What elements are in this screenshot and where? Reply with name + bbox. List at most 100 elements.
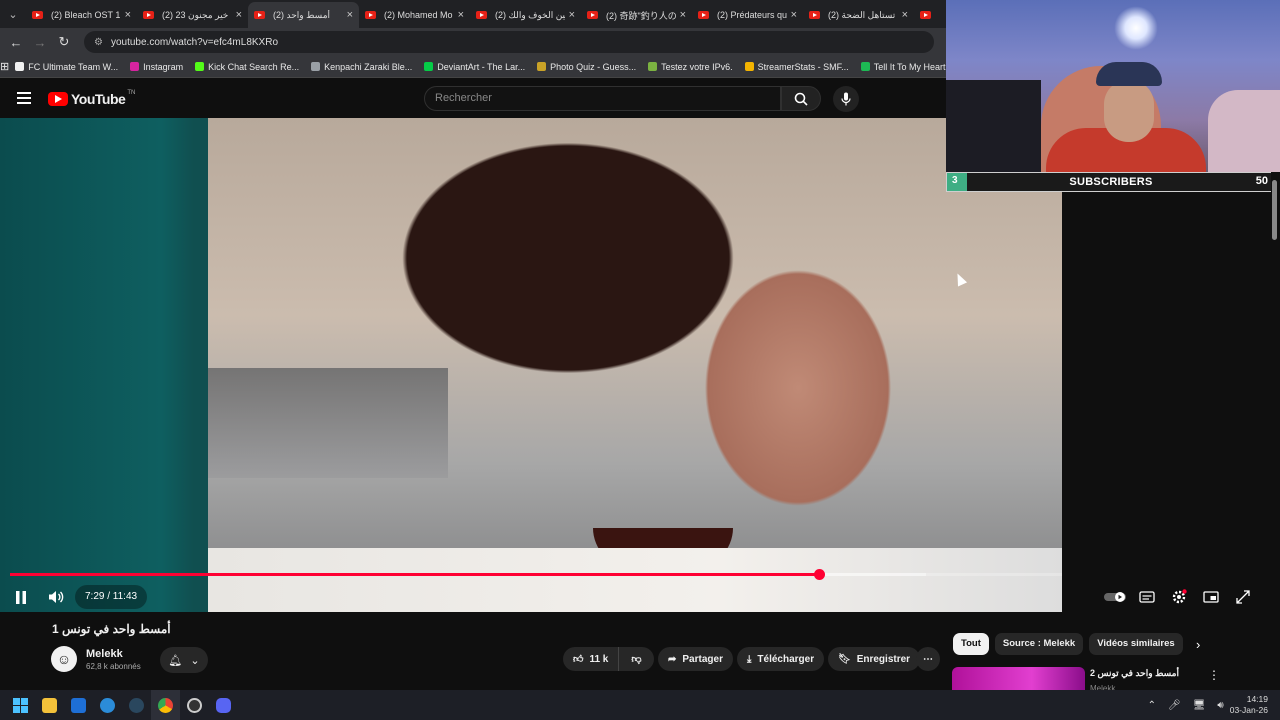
bookmark-favicon-icon: [130, 62, 140, 71]
channel-subscriber-count: 62,8 k abonnés: [86, 662, 141, 671]
bookmark-favicon-icon: [648, 62, 658, 71]
progress-scrubber-handle[interactable]: [813, 569, 825, 580]
youtube-logo-text: YouTube: [71, 91, 126, 107]
steam-icon[interactable]: [122, 690, 151, 720]
thumbs-up-icon: 👍︎: [573, 654, 584, 665]
site-info-icon[interactable]: ⚙: [94, 37, 103, 48]
like-button[interactable]: 👍︎ 11 k: [563, 647, 620, 671]
network-icon[interactable]: 🖥︎: [1193, 700, 1206, 711]
close-tab-icon[interactable]: ×: [569, 9, 575, 21]
recommendation-title[interactable]: أمسط واحد في تونس 2: [1090, 668, 1179, 679]
obs-icon[interactable]: [180, 690, 209, 720]
close-tab-icon[interactable]: ×: [236, 9, 242, 21]
bookmark-item[interactable]: Testez votre IPv6.: [642, 62, 739, 72]
discord-icon[interactable]: [209, 690, 238, 720]
close-tab-icon[interactable]: ×: [347, 9, 353, 21]
bell-icon: 🔔︎: [168, 654, 183, 667]
voice-search-button[interactable]: [833, 86, 859, 112]
miniplayer-button[interactable]: [1198, 584, 1224, 610]
recommendation-more-icon[interactable]: ⋮: [1208, 668, 1220, 682]
close-tab-icon[interactable]: ×: [458, 9, 464, 21]
browser-tab[interactable]: (2: [914, 2, 944, 28]
file-explorer-icon[interactable]: [35, 690, 64, 720]
share-label: Partager: [682, 653, 723, 665]
browser-tab[interactable]: (2) Prédateurs qu ×: [692, 2, 803, 28]
search-input[interactable]: Rechercher: [424, 86, 781, 111]
speaker-icon[interactable]: 🔊︎: [1217, 700, 1223, 711]
subscriber-goal-target: 50: [1255, 175, 1268, 187]
bookmark-item[interactable]: Kick Chat Search Re...: [189, 62, 305, 72]
browser-app-icon[interactable]: [93, 690, 122, 720]
page-scrollbar[interactable]: [1271, 172, 1279, 692]
time-display: 7:29 / 11:43: [75, 585, 148, 609]
close-tab-icon[interactable]: ×: [902, 9, 908, 21]
settings-button[interactable]: [1166, 584, 1192, 610]
bookmark-item[interactable]: FC Ultimate Team W...: [9, 62, 124, 72]
chrome-icon[interactable]: [151, 690, 180, 720]
browser-toolbar: ← → ↻ ⚙ youtube.com/watch?v=efc4mL8KXRo: [0, 28, 946, 56]
reload-icon[interactable]: ↻: [52, 34, 76, 50]
outlook-icon[interactable]: [64, 690, 93, 720]
forward-icon[interactable]: →: [28, 35, 52, 50]
browser-tab[interactable]: (2) Mohamed Mo ×: [359, 2, 470, 28]
address-bar[interactable]: ⚙ youtube.com/watch?v=efc4mL8KXRo: [84, 31, 934, 53]
chevron-down-icon: ⌄: [190, 654, 200, 667]
browser-tab[interactable]: (2) أمسط واحد ×: [248, 2, 359, 28]
microphone-tray-icon[interactable]: 🎤︎: [1168, 700, 1181, 711]
browser-tab[interactable]: (2) تستاهل الضحة ×: [803, 2, 914, 28]
browser-tab[interactable]: (2) Bleach OST 1 - ×: [26, 2, 137, 28]
bookmark-item[interactable]: DeviantArt - The Lar...: [418, 62, 531, 72]
close-tab-icon[interactable]: ×: [125, 9, 131, 21]
subtitles-icon: [1139, 591, 1155, 603]
browser-tab[interactable]: (2) 奇跡"釣り人の ×: [581, 2, 692, 28]
more-actions-button[interactable]: ⋯: [916, 647, 940, 671]
scrollbar-thumb[interactable]: [1272, 180, 1277, 240]
fullscreen-button[interactable]: [1230, 584, 1256, 610]
dislike-button[interactable]: 👎︎: [619, 647, 653, 671]
youtube-favicon-icon: [254, 11, 265, 19]
video-frame[interactable]: [208, 118, 1062, 612]
search-placeholder: Rechercher: [435, 92, 492, 104]
browser-tab-title: (2) 23 خير مجنون: [162, 9, 229, 20]
filter-chip[interactable]: Vidéos similaires: [1089, 633, 1183, 655]
windows-start-icon[interactable]: [6, 690, 35, 720]
bookmark-item[interactable]: Kenpachi Zaraki Ble...: [305, 62, 418, 72]
notification-bell-button[interactable]: 🔔︎ ⌄: [160, 647, 208, 673]
bookmark-label: Instagram: [143, 61, 184, 72]
browser-tab[interactable]: (2) 23 خير مجنون ×: [137, 2, 248, 28]
filter-chip[interactable]: Tout: [953, 633, 989, 655]
channel-avatar[interactable]: ☺: [51, 646, 77, 672]
volume-button[interactable]: [43, 584, 69, 610]
bookmark-item[interactable]: StreamerStats - SMF...: [739, 62, 855, 72]
browser-tab[interactable]: (2) بين الخوف والك ×: [470, 2, 581, 28]
save-button[interactable]: 🔖︎ Enregistrer: [828, 647, 921, 671]
menu-icon[interactable]: [17, 92, 31, 104]
close-tab-icon[interactable]: ×: [791, 9, 797, 21]
back-icon[interactable]: ←: [4, 35, 28, 50]
search-button[interactable]: [781, 86, 821, 111]
channel-name[interactable]: Melekk: [86, 648, 123, 660]
clock-date: 03-Jan-26: [1229, 705, 1268, 715]
volume-icon: [49, 591, 64, 603]
subtitles-button[interactable]: [1134, 584, 1160, 610]
filter-chip[interactable]: Source : Melekk: [994, 633, 1084, 655]
share-button[interactable]: ➦ Partager: [658, 647, 733, 671]
download-button[interactable]: ⤓ Télécharger: [737, 647, 825, 671]
youtube-logo[interactable]: YouTube TN: [48, 90, 136, 107]
thumbs-down-icon: 👎︎: [631, 654, 642, 665]
autoplay-toggle[interactable]: [1102, 584, 1128, 610]
video-player[interactable]: 7:29 / 11:43: [0, 118, 1250, 612]
close-tab-icon[interactable]: ×: [680, 9, 686, 21]
apps-grid-icon[interactable]: ⊞: [0, 60, 9, 73]
download-icon: ⤓: [747, 653, 752, 665]
clock[interactable]: 14:19 03-Jan-26: [1230, 694, 1268, 716]
youtube-country-code: TN: [127, 90, 136, 96]
bookmark-label: Kenpachi Zaraki Ble...: [324, 61, 413, 72]
bookmark-item[interactable]: Photo Quiz - Guess...: [531, 62, 642, 72]
progress-bar[interactable]: [10, 569, 1062, 580]
bookmark-item[interactable]: Instagram: [124, 62, 189, 72]
chevron-right-icon[interactable]: ›: [1196, 637, 1200, 652]
chevron-up-icon[interactable]: ⌃: [1148, 700, 1156, 711]
pause-button[interactable]: [8, 584, 34, 610]
tab-search-dropdown-icon[interactable]: ⌄: [0, 0, 26, 28]
